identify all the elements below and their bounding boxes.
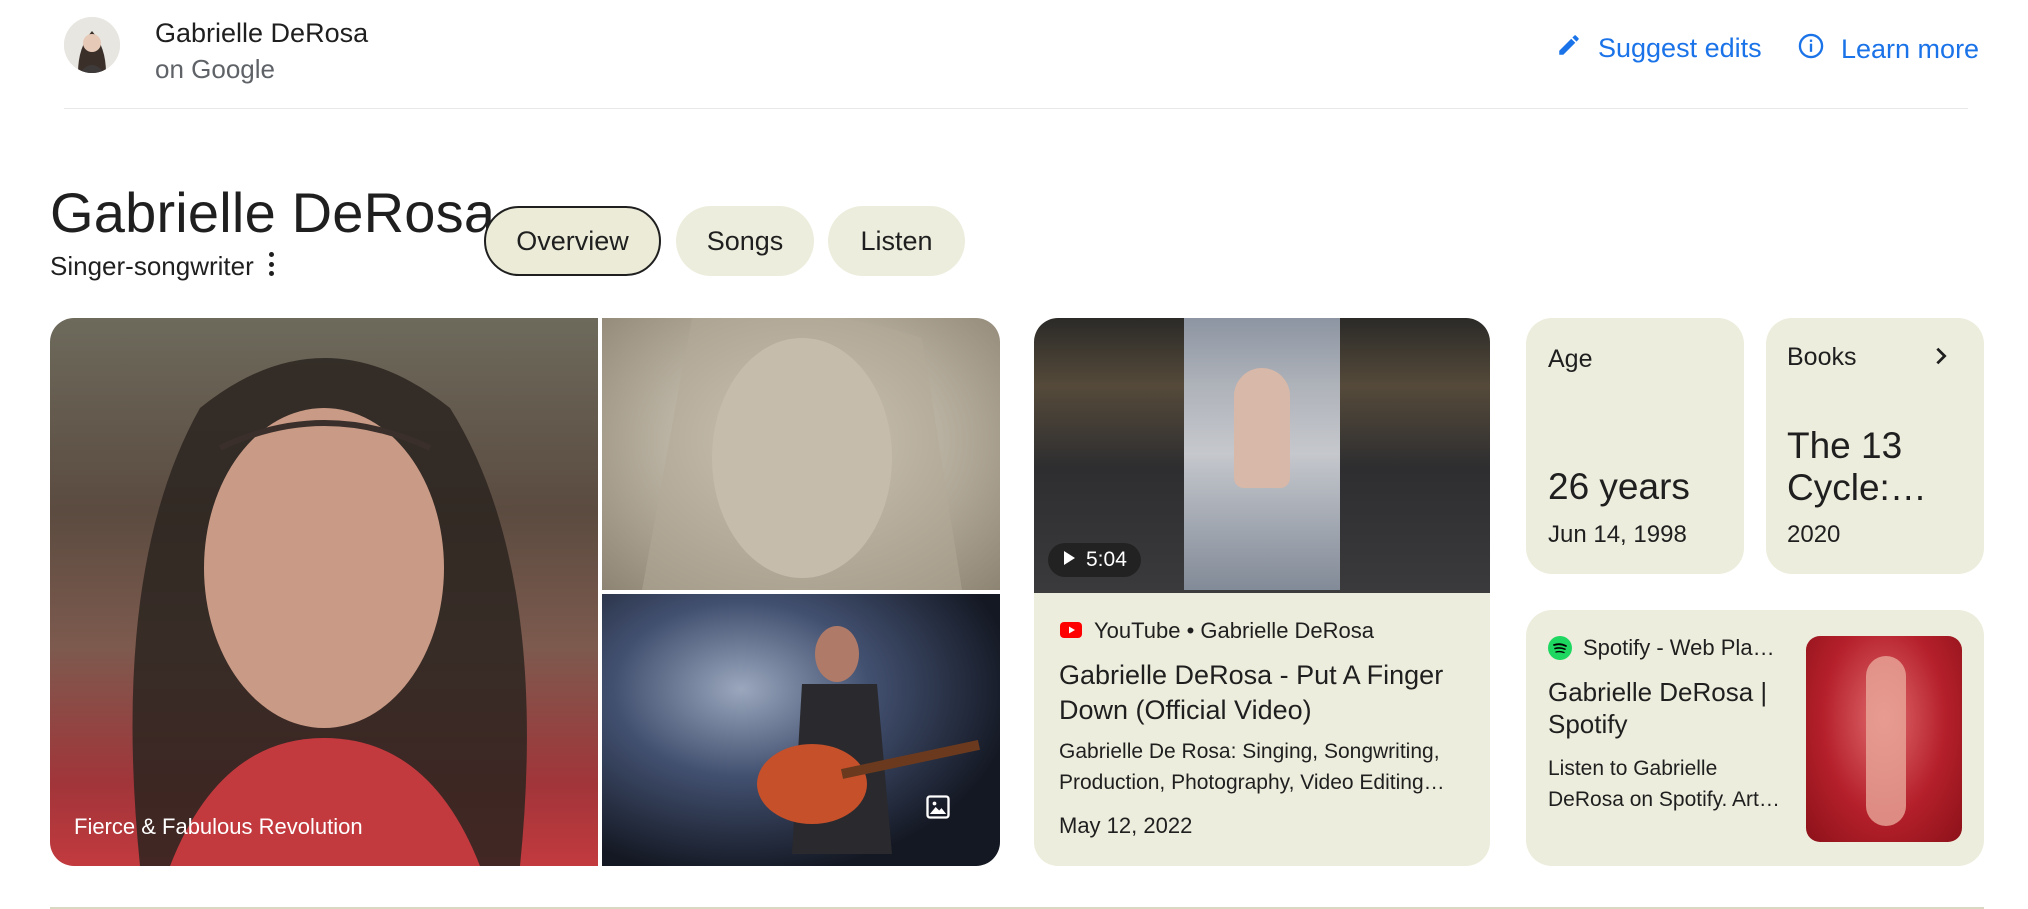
- spotify-description: Listen to Gabrielle DeRosa on Spotify. A…: [1548, 757, 1780, 811]
- image-gallery-icon[interactable]: [924, 793, 952, 821]
- pencil-icon: [1556, 32, 1582, 65]
- book-year: 2020: [1787, 521, 1841, 548]
- divider: [64, 108, 1968, 109]
- book-title: The 13 Cycle:…: [1787, 425, 1927, 508]
- video-source: YouTube • Gabrielle DeRosa: [1094, 618, 1375, 643]
- divider: [1034, 590, 1490, 593]
- age-value: 26 years: [1548, 466, 1690, 507]
- spotify-thumbnail[interactable]: [1806, 636, 1962, 842]
- avatar: [64, 17, 120, 73]
- learn-more-link[interactable]: Learn more: [1797, 32, 1979, 67]
- page-title: Gabrielle DeRosa: [50, 181, 496, 244]
- profile-subtitle: on Google: [155, 54, 275, 84]
- learn-more-label: Learn more: [1841, 34, 1980, 64]
- info-icon: [1797, 32, 1825, 67]
- play-icon: [1062, 548, 1076, 572]
- video-duration: 5:04: [1086, 548, 1127, 571]
- spotify-source: Spotify - Web Playe...: [1583, 635, 1783, 660]
- suggest-edits-label: Suggest edits: [1598, 33, 1762, 63]
- portrait-photo[interactable]: [602, 318, 1000, 590]
- video-date: May 12, 2022: [1059, 813, 1193, 838]
- spotify-icon: [1548, 636, 1572, 660]
- main-photo[interactable]: [50, 318, 598, 866]
- guitar-photo[interactable]: [602, 594, 1000, 866]
- tab-songs[interactable]: Songs: [676, 206, 814, 276]
- suggest-edits-link[interactable]: Suggest edits: [1556, 32, 1762, 65]
- video-duration-badge: 5:04: [1048, 543, 1141, 577]
- video-description: Gabrielle De Rosa: Singing, Songwriting,…: [1059, 740, 1445, 794]
- entity-subtitle: Singer-songwriter: [50, 251, 254, 281]
- books-label: Books: [1787, 343, 1857, 371]
- age-label: Age: [1548, 345, 1593, 373]
- image-caption: Fierce & Fabulous Revolution: [74, 814, 363, 839]
- more-options-icon[interactable]: [262, 250, 280, 278]
- youtube-icon: [1060, 622, 1082, 638]
- birth-date: Jun 14, 1998: [1548, 521, 1687, 548]
- profile-name: Gabrielle DeRosa: [155, 18, 369, 48]
- chevron-right-icon[interactable]: [1930, 345, 1952, 367]
- tab-overview[interactable]: Overview: [484, 206, 661, 276]
- video-title[interactable]: Gabrielle DeRosa - Put A Finger Down (Of…: [1059, 658, 1469, 728]
- tab-listen[interactable]: Listen: [828, 206, 965, 276]
- spotify-title[interactable]: Gabrielle DeRosa | Spotify: [1548, 676, 1788, 740]
